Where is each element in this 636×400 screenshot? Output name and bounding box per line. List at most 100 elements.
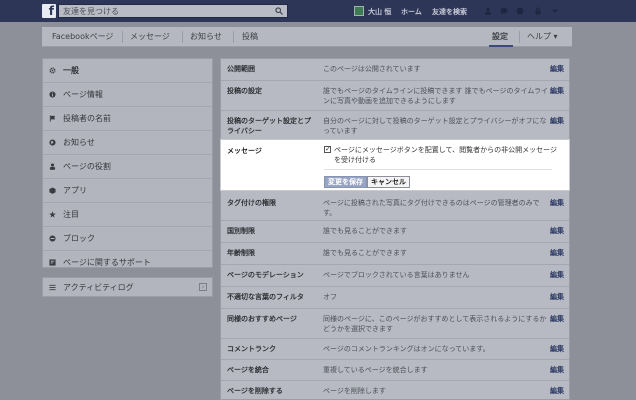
sidebar-item-apps[interactable]: アプリ [43, 179, 212, 203]
setting-name: コメントランク [227, 345, 276, 353]
flag-icon [49, 115, 56, 122]
sidebar-item-label: ページ情報 [63, 90, 103, 99]
edit-link[interactable]: 編集 [550, 116, 564, 126]
activity-log-label: アクティビティログ [63, 283, 134, 292]
sidebar-item-label: 投稿者の名前 [63, 114, 111, 123]
sidebar-item-post-attribution[interactable]: 投稿者の名前 [43, 107, 212, 131]
notifications-icon[interactable] [516, 7, 524, 15]
search-input[interactable]: 友達を見つける [58, 4, 288, 18]
top-bar: f 友達を見つける 大山 恒 ホーム 友達を検索 [0, 0, 636, 22]
edit-link[interactable]: 編集 [550, 248, 564, 258]
setting-row-similar-pages: 同様のおすすめページ 同様のページに、このページがおすすめとして表示されるように… [221, 309, 569, 339]
setting-row-age: 年齢制限 誰でも見ることができます 編集 [221, 243, 569, 265]
setting-row-merge-pages: ページを統合 重複しているページを統合します 編集 [221, 360, 569, 381]
cube-icon [49, 187, 56, 194]
sidebar-item-label: ページに関するサポート [63, 258, 151, 267]
setting-name: 公開範囲 [227, 65, 255, 73]
sidebar-item-label: 一般 [63, 66, 79, 75]
home-link[interactable]: ホーム [401, 7, 422, 17]
tab-notifications[interactable]: お知らせ [190, 27, 222, 47]
edit-link[interactable]: 編集 [550, 270, 564, 280]
setting-value: このページは公開されています [323, 65, 421, 73]
sidebar-item-label: ブロック [63, 234, 95, 243]
messages-checkbox[interactable]: ✓ [324, 146, 331, 153]
sidebar-item-label: お知らせ [63, 138, 95, 147]
setting-name: 投稿のターゲット設定とプライバシー [227, 117, 311, 135]
list-icon [49, 284, 56, 291]
setting-value: ページに投稿された写真にタグ付けできるのはページの管理者のみです。 [323, 199, 540, 217]
find-friends-link[interactable]: 友達を検索 [432, 7, 467, 17]
edit-link[interactable]: 編集 [550, 344, 564, 354]
open-arrow-icon[interactable]: › [199, 283, 207, 291]
nav-divider [519, 31, 520, 43]
friend-requests-icon[interactable] [484, 7, 492, 15]
setting-row-posting: 投稿の設定 誰でもページのタイムラインに投稿できます 誰でもページのタイムライン… [221, 81, 569, 111]
setting-row-profanity: 不適切な言葉のフィルタ オフ 編集 [221, 287, 569, 309]
setting-row-remove-page: ページを削除する ページを削除します 編集 [221, 381, 569, 400]
sidebar-item-general[interactable]: 一般 [43, 59, 212, 83]
setting-row-visibility: 公開範囲 このページは公開されています 編集 [221, 59, 569, 81]
tab-messages[interactable]: メッセージ [130, 27, 170, 47]
edit-link[interactable]: 編集 [550, 386, 564, 396]
privacy-lock-icon[interactable] [534, 7, 542, 15]
page-admin-nav: Facebookページ メッセージ お知らせ 投稿 設定 ヘルプ ▾ [42, 27, 572, 47]
sidebar-item-banning[interactable]: ブロック [43, 227, 212, 251]
setting-name: ページを統合 [227, 366, 269, 374]
edit-link[interactable]: 編集 [550, 86, 564, 96]
info-icon [49, 91, 56, 98]
divider [324, 169, 552, 170]
cancel-button[interactable]: キャンセル [367, 176, 410, 188]
help-menu[interactable]: ヘルプ ▾ [527, 27, 558, 47]
tab-facebook-page[interactable]: Facebookページ [52, 27, 113, 47]
sidebar-item-page-support[interactable]: ページに関するサポート [43, 251, 212, 275]
setting-value: 同様のページに、このページがおすすめとして表示されるようにするかどうかを選択でき… [323, 315, 547, 333]
setting-value: 誰でもページのタイムラインに投稿できます 誰でもページのタイムラインに写真や動画… [323, 87, 548, 105]
messages-checkbox-label[interactable]: ページにメッセージボタンを配置して、閲覧者からの非公開メッセージを受け付ける [334, 145, 562, 165]
facebook-logo[interactable]: f [42, 4, 56, 18]
gear-icon [49, 67, 56, 74]
setting-value: オフ [323, 293, 337, 301]
search-icon[interactable] [275, 7, 283, 15]
sidebar-item-page-roles[interactable]: ページの役割 [43, 155, 212, 179]
active-tab-indicator [489, 45, 513, 47]
general-settings-table: 公開範囲 このページは公開されています 編集 投稿の設定 誰でもページのタイムラ… [220, 58, 570, 400]
star-icon [49, 211, 56, 218]
activity-log-link[interactable]: アクティビティログ › [42, 277, 213, 297]
sidebar-item-label: アプリ [63, 186, 87, 195]
tab-settings[interactable]: 設定 [492, 27, 508, 47]
setting-value: 誰でも見ることができます [323, 249, 407, 257]
edit-link[interactable]: 編集 [550, 365, 564, 375]
sidebar-item-label: 注目 [63, 210, 79, 219]
setting-name: 不適切な言葉のフィルタ [227, 293, 304, 301]
profile-avatar[interactable] [354, 6, 364, 16]
setting-value: 重複しているページを統合します [323, 366, 428, 374]
edit-link[interactable]: 編集 [550, 64, 564, 74]
setting-value: ページのコメントランキングはオンになっています。 [323, 345, 490, 353]
sidebar-item-label: ページの役割 [63, 162, 111, 171]
setting-name: ページを削除する [227, 387, 283, 395]
account-menu-icon[interactable] [551, 7, 559, 15]
setting-value: 誰でも見ることができます [323, 227, 407, 235]
setting-value: 自分のページに対して投稿のターゲット設定とプライバシーがオフになっています [323, 117, 547, 135]
setting-name: タグ付けの権限 [227, 199, 276, 207]
block-icon [49, 235, 56, 242]
sidebar-item-page-info[interactable]: ページ情報 [43, 83, 212, 107]
nav-divider [182, 31, 183, 43]
tab-posts[interactable]: 投稿 [242, 27, 258, 47]
messages-icon[interactable] [500, 7, 508, 15]
save-changes-button[interactable]: 変更を保存 [324, 176, 367, 188]
sidebar-item-featured[interactable]: 注目 [43, 203, 212, 227]
edit-link[interactable]: 編集 [550, 226, 564, 236]
setting-name: 年齢制限 [227, 249, 255, 257]
help-box-icon [49, 259, 56, 266]
setting-name: 同様のおすすめページ [227, 315, 297, 323]
messages-setting-editor: メッセージ ✓ ページにメッセージボタンを配置して、閲覧者からの非公開メッセージ… [220, 139, 570, 191]
edit-link[interactable]: 編集 [550, 314, 564, 324]
edit-link[interactable]: 編集 [550, 198, 564, 208]
setting-row-comment-ranking: コメントランク ページのコメントランキングはオンになっています。 編集 [221, 339, 569, 360]
setting-value: ページでブロックされている言葉はありません [323, 271, 470, 279]
profile-name-link[interactable]: 大山 恒 [368, 7, 391, 17]
sidebar-item-notifications[interactable]: お知らせ [43, 131, 212, 155]
edit-link[interactable]: 編集 [550, 292, 564, 302]
person-icon [49, 163, 56, 170]
